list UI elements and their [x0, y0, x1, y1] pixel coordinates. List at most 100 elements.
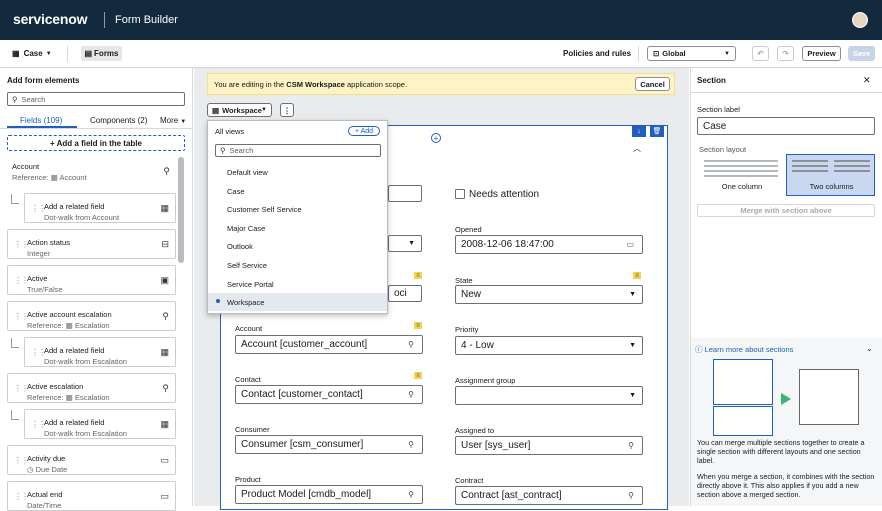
integer-icon: ⊟ [161, 239, 169, 249]
field-item-activity-due[interactable]: ⋮⋮ Activity due ◷ Due Date ▭ [7, 445, 176, 475]
contact-value: Contact [customer_contact] [241, 389, 363, 400]
priority-select[interactable]: 4 - Low ▼ [455, 336, 643, 355]
view-item-default[interactable]: Default view [227, 168, 268, 177]
consumer-value: Consumer [csm_consumer] [241, 439, 364, 450]
assigned-to-field[interactable]: User [sys_user] ⚲ [455, 436, 643, 455]
field-type: Integer [27, 249, 51, 258]
panel-title: Section [697, 76, 726, 85]
view-item-outlook[interactable]: Outlook [227, 242, 253, 251]
more-options-button[interactable]: ⋮ [280, 103, 294, 117]
account-field[interactable]: Account [customer_account] ⚲ [235, 335, 423, 354]
drag-handle-icon[interactable]: ⋮⋮ [31, 420, 46, 429]
datetime-icon: ▭ [160, 491, 169, 501]
drag-handle-icon[interactable]: ⋮⋮ [14, 384, 29, 393]
chevron-down-icon[interactable]: ⌄ [866, 344, 873, 353]
view-item-case[interactable]: Case [227, 187, 245, 196]
fields-search-input[interactable]: ⚲ Search [7, 92, 185, 106]
field-type: Dot-walk from Escalation [44, 429, 127, 438]
priority-label: Priority [455, 325, 479, 334]
tab-fields[interactable]: Fields (109) [20, 116, 62, 125]
add-section-icon[interactable]: + [431, 133, 441, 143]
learn-more-link[interactable]: ⓘ Learn more about sections [695, 344, 793, 355]
cancel-button[interactable]: Cancel [635, 77, 670, 91]
drag-handle-icon[interactable]: ⋮⋮ [14, 312, 29, 321]
needs-attention-checkbox[interactable] [455, 189, 465, 199]
search-icon: ⚲ [12, 94, 18, 104]
drag-handle-icon[interactable]: ⋮⋮ [31, 348, 46, 357]
illustration-after [799, 369, 859, 425]
merge-section-button[interactable]: Merge with section above [697, 204, 875, 217]
field-item-active-escalation[interactable]: ⋮⋮ Active escalation Reference: ▦ Escala… [7, 373, 176, 403]
partial-field[interactable] [388, 185, 422, 202]
servicenow-logo[interactable]: servicenow [13, 11, 87, 27]
chevron-down-icon: ▼ [261, 107, 267, 113]
preview-button[interactable]: Preview [802, 46, 841, 61]
field-type-label: Due Date [35, 465, 68, 474]
field-type-ref: Account [59, 173, 87, 182]
illustration-before [713, 359, 773, 405]
view-item-self-service[interactable]: Self Service [227, 261, 267, 270]
related-field-escalation-2[interactable]: ⋮⋮ Add a related field Dot-walk from Esc… [24, 409, 176, 439]
view-item-service-portal[interactable]: Service Portal [227, 280, 274, 289]
table-icon: ▦ [160, 203, 169, 213]
section-label-value: Case [703, 120, 727, 132]
layout-two-columns-option[interactable]: Two columns [786, 154, 875, 196]
contract-field[interactable]: Contract [ast_contract] ⚲ [455, 486, 643, 505]
close-icon[interactable]: ✕ [863, 75, 871, 86]
policies-rules-link[interactable]: Policies and rules [563, 49, 631, 58]
opened-field[interactable]: 2008-12-06 18:47:00 ▭ [455, 235, 643, 254]
add-view-button[interactable]: + Add [348, 126, 380, 136]
avatar[interactable] [852, 12, 868, 28]
needs-attention-label: Needs attention [469, 189, 540, 200]
table-select[interactable]: ▦ Case ▼ [12, 49, 52, 58]
section-label-input[interactable]: Case [697, 117, 875, 135]
drag-handle-icon[interactable]: ⋮⋮ [14, 240, 29, 249]
redo-button[interactable]: ↷ [777, 46, 794, 61]
view-item-major-case[interactable]: Major Case [227, 224, 265, 233]
scope-select[interactable]: ⊡ Global ▼ [647, 46, 736, 61]
drag-handle-icon[interactable]: ⋮⋮ [31, 204, 46, 213]
tab-more[interactable]: More ▼ [160, 116, 186, 125]
view-item-customer-self-service[interactable]: Customer Self Service [227, 205, 302, 214]
assignment-group-select[interactable]: ▼ [455, 386, 643, 405]
related-field-escalation[interactable]: ⋮⋮ Add a related field Dot-walk from Esc… [24, 337, 176, 367]
form-icon: ▤ [84, 49, 93, 58]
table-icon: ▦ [160, 347, 169, 357]
view-select[interactable]: ▤ Workspace ▼ [207, 103, 272, 117]
field-name: Add a related field [44, 202, 105, 211]
field-item-actual-end[interactable]: ⋮⋮ Actual end Date/Time ▭ [7, 481, 176, 511]
scrollbar[interactable] [178, 157, 184, 263]
info-icon: ⓘ [695, 345, 703, 354]
move-down-icon[interactable]: ↓ [632, 125, 646, 137]
product-field[interactable]: Product Model [cmdb_model] ⚲ [235, 485, 423, 504]
layout-one-column-option[interactable]: One column [697, 154, 785, 196]
consumer-field[interactable]: Consumer [csm_consumer] ⚲ [235, 435, 423, 454]
forms-button[interactable]: ▤ Forms [81, 46, 122, 61]
assigned-to-value: User [sys_user] [461, 440, 531, 451]
delete-icon[interactable]: 🗑 [650, 125, 664, 137]
field-item-active-account-escalation[interactable]: ⋮⋮ Active account escalation Reference: … [7, 301, 176, 331]
drag-handle-icon[interactable]: ⋮⋮ [14, 276, 29, 285]
drag-handle-icon[interactable]: ⋮⋮ [14, 456, 29, 465]
views-search-input[interactable]: ⚲ Search [215, 144, 381, 157]
partial-reference-field[interactable]: oci [388, 285, 422, 302]
chevron-down-icon: ▼ [408, 240, 415, 247]
help-paragraph-2: When you merge a section, it combines wi… [697, 472, 875, 499]
chevron-down-icon: ▼ [629, 342, 636, 349]
field-type-label: Reference: [27, 321, 64, 330]
collapse-icon[interactable]: ︿ [633, 143, 641, 154]
add-field-button[interactable]: + Add a field in the table [7, 135, 185, 151]
field-item-action-status[interactable]: ⋮⋮ Action status Integer ⊟ [7, 229, 176, 259]
drag-handle-icon[interactable]: ⋮⋮ [14, 492, 29, 501]
field-item-account[interactable]: Account Reference: ▦ Account ⚲ [7, 157, 176, 187]
state-select[interactable]: New ▼ [455, 285, 643, 304]
undo-button[interactable]: ↶ [752, 46, 769, 61]
related-field-account[interactable]: ⋮⋮ Add a related field Dot-walk from Acc… [24, 193, 176, 223]
field-item-active[interactable]: ⋮⋮ Active True/False ▣ [7, 265, 176, 295]
dropdown-title: All views [215, 127, 245, 136]
view-item-workspace[interactable]: Workspace [227, 298, 264, 307]
tab-components[interactable]: Components (2) [90, 116, 147, 125]
partial-select[interactable]: ▼ [388, 235, 422, 252]
contact-field[interactable]: Contact [customer_contact] ⚲ [235, 385, 423, 404]
save-button[interactable]: Save [848, 46, 875, 61]
